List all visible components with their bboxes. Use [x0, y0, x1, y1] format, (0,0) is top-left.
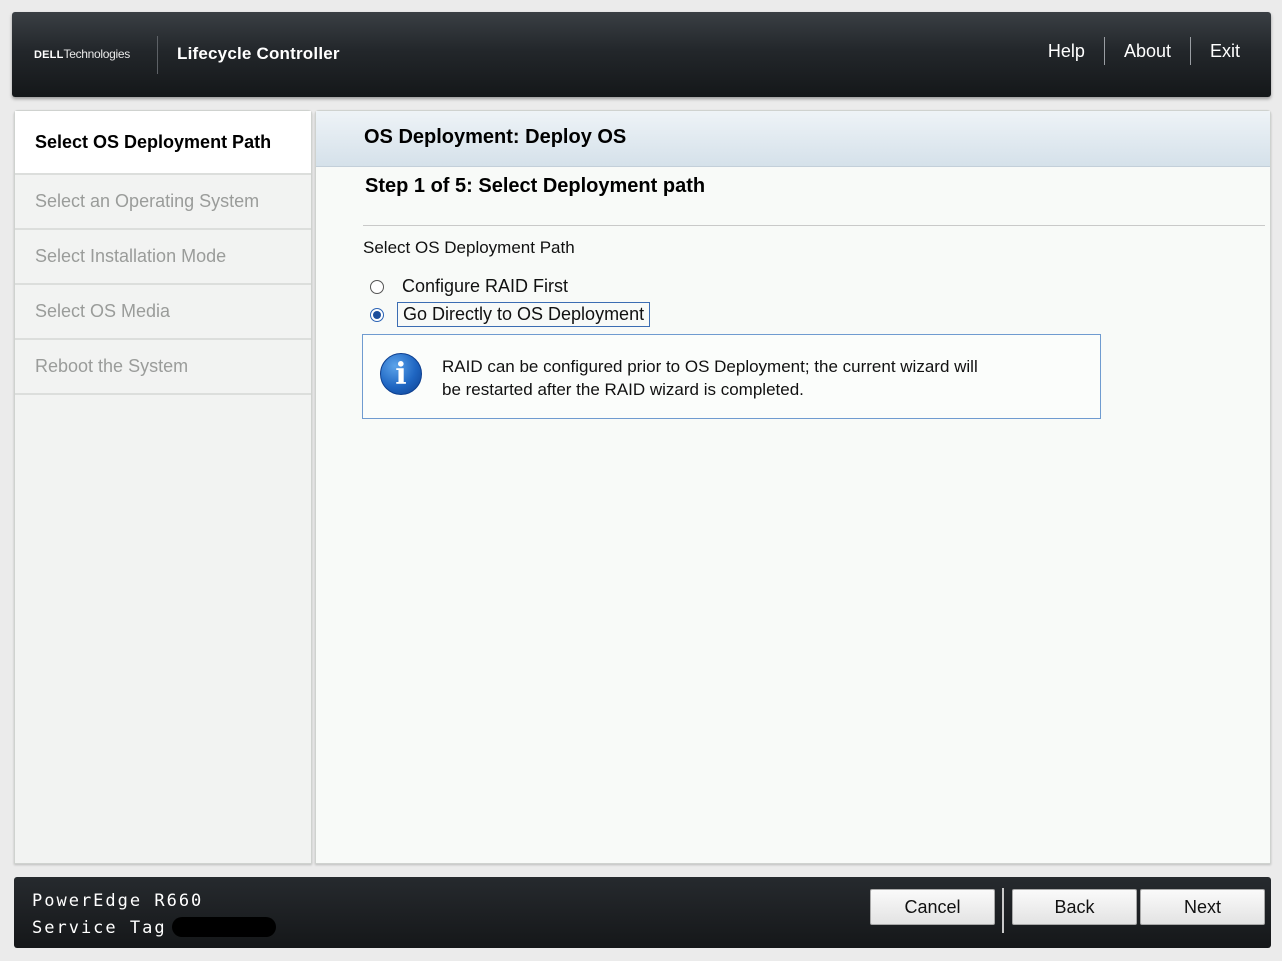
wizard-steps-sidebar: Select OS Deployment Path Select an Oper… — [14, 110, 312, 864]
section-label: Select OS Deployment Path — [363, 238, 575, 257]
exit-link[interactable]: Exit — [1191, 41, 1251, 62]
step-select-os-deployment-path: Select OS Deployment Path — [15, 111, 311, 175]
option-label[interactable]: Configure RAID First — [397, 275, 573, 298]
option-go-directly-os-deployment[interactable]: Go Directly to OS Deployment — [370, 302, 651, 327]
app-title: Lifecycle Controller — [177, 44, 340, 63]
info-text: RAID can be configured prior to OS Deplo… — [442, 355, 1062, 401]
about-link[interactable]: About — [1105, 41, 1190, 62]
option-label[interactable]: Go Directly to OS Deployment — [397, 302, 651, 327]
footer-bar: PowerEdge R660 Service Tag : Cancel Back… — [14, 877, 1271, 948]
button-separator — [1002, 888, 1004, 933]
help-link[interactable]: Help — [1029, 41, 1104, 62]
service-tag-redacted — [172, 917, 276, 937]
back-button[interactable]: Back — [1012, 889, 1137, 925]
brand-divider — [157, 36, 158, 74]
divider — [363, 225, 1265, 226]
radio-go-directly[interactable] — [370, 307, 384, 322]
step-select-installation-mode: Select Installation Mode — [15, 230, 311, 285]
brand-technologies: Technologies — [63, 47, 131, 61]
info-message-box: i RAID can be configured prior to OS Dep… — [362, 334, 1101, 419]
step-reboot-system: Reboot the System — [15, 340, 311, 395]
radio-configure-raid[interactable] — [370, 279, 384, 294]
dell-technologies-logo: DELLTechnologies — [34, 47, 130, 61]
info-line-2: be restarted after the RAID wizard is co… — [442, 380, 804, 399]
step-heading: Step 1 of 5: Select Deployment path — [365, 175, 706, 197]
brand-dell: DELL — [34, 49, 64, 61]
option-configure-raid-first[interactable]: Configure RAID First — [370, 275, 573, 298]
panel-title-bar: OS Deployment: Deploy OS — [316, 111, 1270, 167]
step-select-operating-system: Select an Operating System — [15, 175, 311, 230]
service-tag-label: Service Tag : — [32, 918, 192, 938]
next-button[interactable]: Next — [1140, 889, 1265, 925]
info-icon: i — [380, 353, 422, 395]
page-title: OS Deployment: Deploy OS — [364, 126, 627, 148]
top-links: Help About Exit — [1029, 36, 1251, 66]
info-line-1: RAID can be configured prior to OS Deplo… — [442, 357, 978, 376]
server-model: PowerEdge R660 — [32, 891, 204, 911]
step-select-os-media: Select OS Media — [15, 285, 311, 340]
cancel-button[interactable]: Cancel — [870, 889, 995, 925]
top-header: DELLTechnologies Lifecycle Controller He… — [12, 12, 1271, 97]
main-panel: OS Deployment: Deploy OS Step 1 of 5: Se… — [315, 110, 1271, 864]
